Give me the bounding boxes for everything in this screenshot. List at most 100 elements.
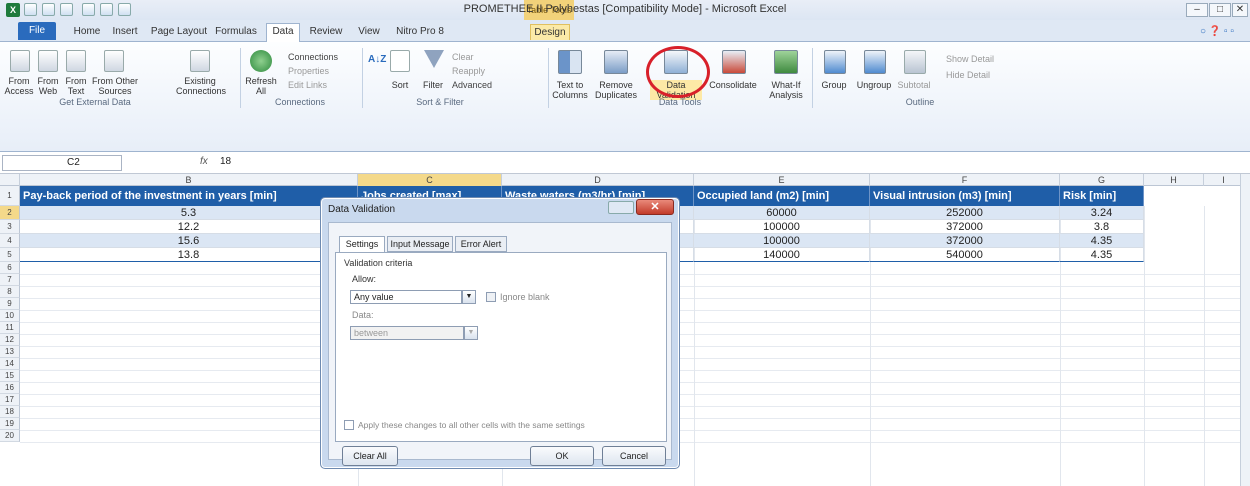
what-if-analysis-button[interactable]: What-If Analysis [760,80,812,100]
edit-links-button[interactable]: Edit Links [288,80,327,90]
close-button[interactable]: ✕ [1232,3,1248,17]
row-header[interactable]: 17 [0,394,20,406]
allow-select[interactable]: Any value [350,290,462,304]
hide-detail-button[interactable]: Hide Detail [946,70,990,80]
row-header[interactable]: 19 [0,418,20,430]
table-header-cell[interactable]: Occupied land (m2) [min] [694,186,870,206]
row-header[interactable]: 3 [0,220,20,234]
chevron-down-icon[interactable]: ▼ [462,290,476,304]
column-header-b[interactable]: B [20,174,358,186]
vertical-scrollbar[interactable] [1240,174,1250,486]
table-cell[interactable]: 3.24 [1060,206,1144,220]
tab-view[interactable]: View [352,24,386,40]
tab-review[interactable]: Review [306,24,346,40]
table-cell[interactable]: 60000 [694,206,870,220]
cancel-button[interactable]: Cancel [602,446,666,466]
table-cell[interactable]: 4.35 [1060,234,1144,248]
tab-home[interactable]: Home [70,24,104,40]
sort-az-icon[interactable]: A↓Z [368,54,386,65]
tab-file[interactable]: File [18,22,56,40]
show-detail-button[interactable]: Show Detail [946,54,994,64]
table-cell[interactable]: 100000 [694,220,870,234]
maximize-button[interactable]: □ [1209,3,1231,17]
table-header-cell[interactable]: Risk [min] [1060,186,1144,206]
tab-insert[interactable]: Insert [108,24,142,40]
row-header[interactable]: 7 [0,274,20,286]
row-header[interactable]: 6 [0,262,20,274]
data-select[interactable]: between [350,326,464,340]
table-cell[interactable]: 15.6 [20,234,358,248]
column-header-i[interactable]: I [1204,174,1244,186]
refresh-all-button[interactable]: Refresh All [242,76,280,96]
sort-button[interactable]: Sort [386,80,414,90]
advanced-button[interactable]: Advanced [452,80,492,90]
chevron-down-icon[interactable]: ▼ [464,326,478,340]
dialog-close-button[interactable]: ✕ [636,199,674,215]
text-to-columns-button[interactable]: Text to Columns [552,80,588,100]
minimize-button[interactable]: – [1186,3,1208,17]
column-header-g[interactable]: G [1060,174,1144,186]
row-header[interactable]: 11 [0,322,20,334]
ungroup-button[interactable]: Ungroup [854,80,894,90]
ok-button[interactable]: OK [530,446,594,466]
tab-input-message[interactable]: Input Message [387,236,453,252]
subtotal-button[interactable]: Subtotal [894,80,934,90]
filter-button[interactable]: Filter [418,80,448,90]
row-header[interactable]: 13 [0,346,20,358]
tab-data[interactable]: Data [266,23,300,42]
row-header[interactable]: 18 [0,406,20,418]
row-header[interactable]: 8 [0,286,20,298]
column-header-f[interactable]: F [870,174,1060,186]
column-header-c[interactable]: C [358,174,502,186]
clear-button[interactable]: Clear [452,52,474,62]
table-cell[interactable]: 13.8 [20,248,358,262]
row-header[interactable]: 2 [0,206,20,220]
table-header-cell[interactable]: Visual intrusion (m3) [min] [870,186,1060,206]
column-header-d[interactable]: D [502,174,694,186]
dialog-help-button[interactable] [608,201,634,214]
from-other-sources-button[interactable]: From Other Sources [92,76,138,96]
from-access-button[interactable]: From Access [2,76,36,96]
formula-input[interactable]: 18 [220,156,231,167]
row-header[interactable]: 14 [0,358,20,370]
table-cell[interactable]: 372000 [870,220,1060,234]
table-cell[interactable]: 252000 [870,206,1060,220]
row-header[interactable]: 20 [0,430,20,442]
row-header[interactable]: 15 [0,370,20,382]
reapply-button[interactable]: Reapply [452,66,485,76]
column-header-e[interactable]: E [694,174,870,186]
table-cell[interactable]: 100000 [694,234,870,248]
table-cell[interactable]: 4.35 [1060,248,1144,262]
row-header[interactable]: 1 [0,186,20,206]
row-header[interactable]: 10 [0,310,20,322]
row-header[interactable]: 9 [0,298,20,310]
tab-formulas[interactable]: Formulas [212,24,260,40]
table-cell[interactable]: 372000 [870,234,1060,248]
column-header-h[interactable]: H [1144,174,1204,186]
consolidate-button[interactable]: Consolidate [708,80,758,90]
clear-all-button[interactable]: Clear All [342,446,398,466]
help-icon[interactable]: ○ ❓ ▫ ▫ [1200,26,1234,37]
tab-settings[interactable]: Settings [339,236,385,253]
group-button[interactable]: Group [816,80,852,90]
table-cell[interactable]: 5.3 [20,206,358,220]
select-all-corner[interactable] [0,174,20,186]
properties-button[interactable]: Properties [288,66,329,76]
row-header[interactable]: 16 [0,382,20,394]
table-header-cell[interactable]: Pay-back period of the investment in yea… [20,186,358,206]
name-box[interactable]: C2 [2,155,122,171]
row-header[interactable]: 12 [0,334,20,346]
tab-error-alert[interactable]: Error Alert [455,236,507,252]
from-text-button[interactable]: From Text [60,76,92,96]
tab-nitro[interactable]: Nitro Pro 8 [392,24,448,40]
remove-duplicates-button[interactable]: Remove Duplicates [594,80,638,100]
existing-connections-button[interactable]: Existing Connections [176,76,226,96]
ignore-blank-checkbox[interactable] [486,292,496,302]
table-cell[interactable]: 140000 [694,248,870,262]
tab-page-layout[interactable]: Page Layout [150,24,208,40]
apply-all-checkbox[interactable] [344,420,354,430]
table-cell[interactable]: 3.8 [1060,220,1144,234]
table-cell[interactable]: 12.2 [20,220,358,234]
table-cell[interactable]: 540000 [870,248,1060,262]
row-header[interactable]: 4 [0,234,20,248]
